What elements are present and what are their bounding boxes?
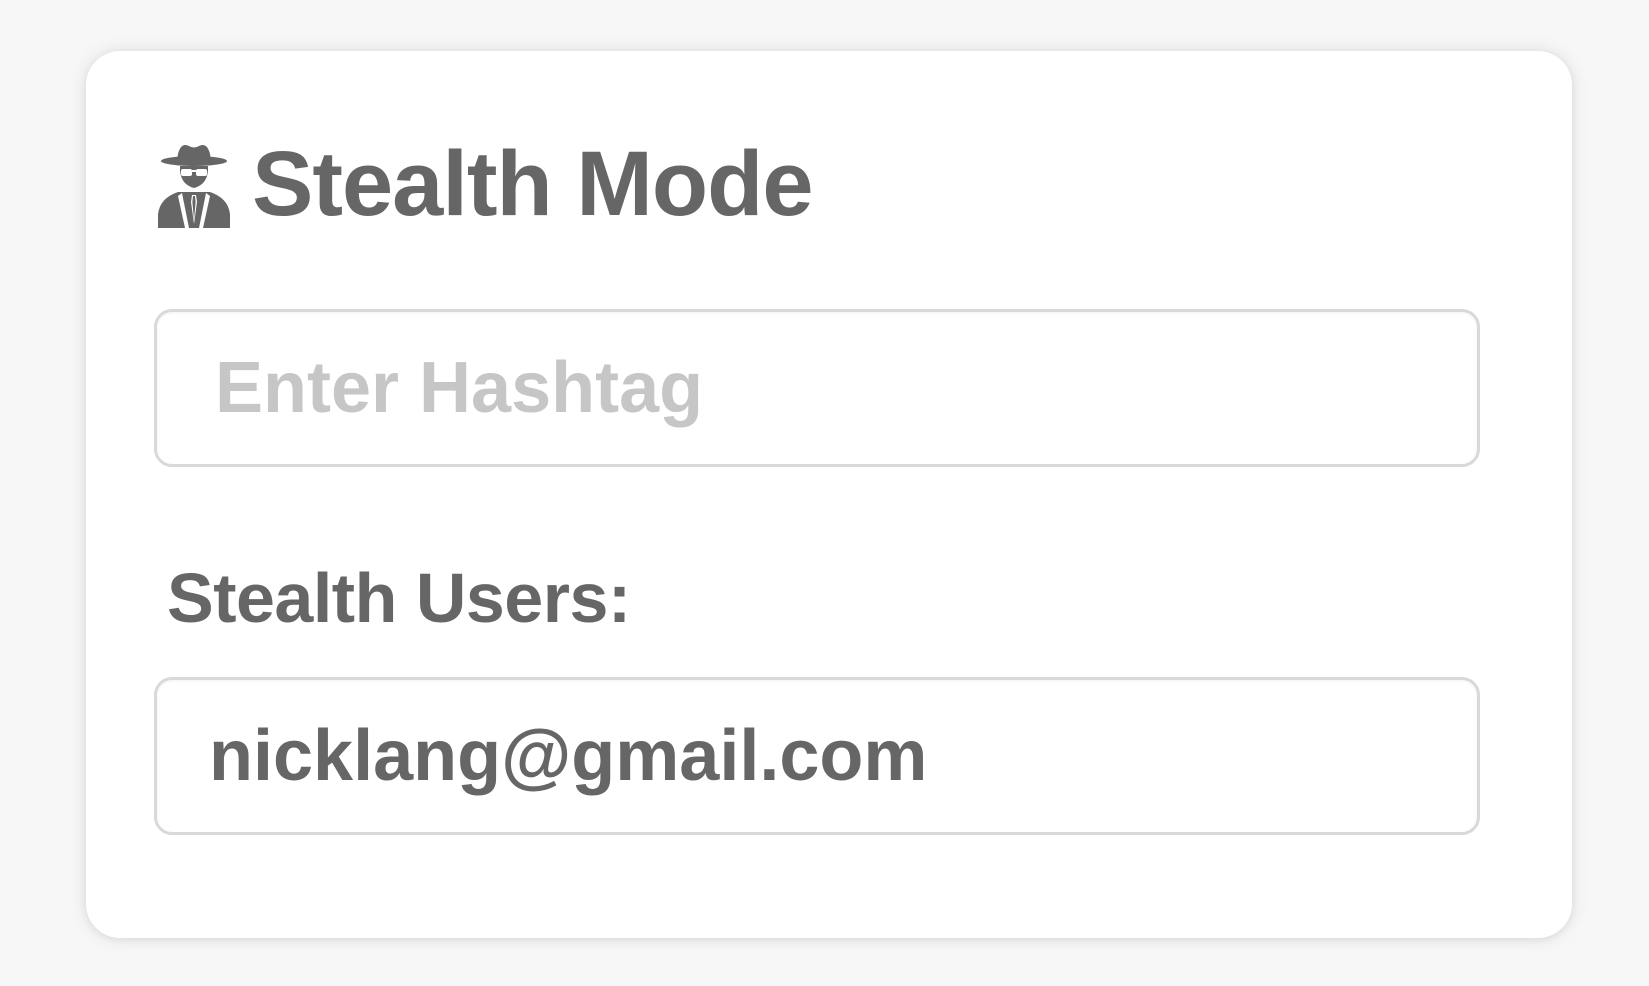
- hashtag-field[interactable]: [154, 309, 1480, 467]
- stealth-users-label: Stealth Users:: [167, 559, 631, 637]
- hashtag-input[interactable]: [157, 312, 1477, 464]
- panel-header: Stealth Mode: [156, 133, 813, 235]
- spy-icon: [158, 145, 230, 228]
- stealth-users-input[interactable]: [157, 680, 1477, 832]
- stealth-users-field[interactable]: [154, 677, 1480, 835]
- panel-title: Stealth Mode: [252, 133, 813, 235]
- stealth-mode-panel: Stealth Mode Stealth Users:: [86, 51, 1572, 938]
